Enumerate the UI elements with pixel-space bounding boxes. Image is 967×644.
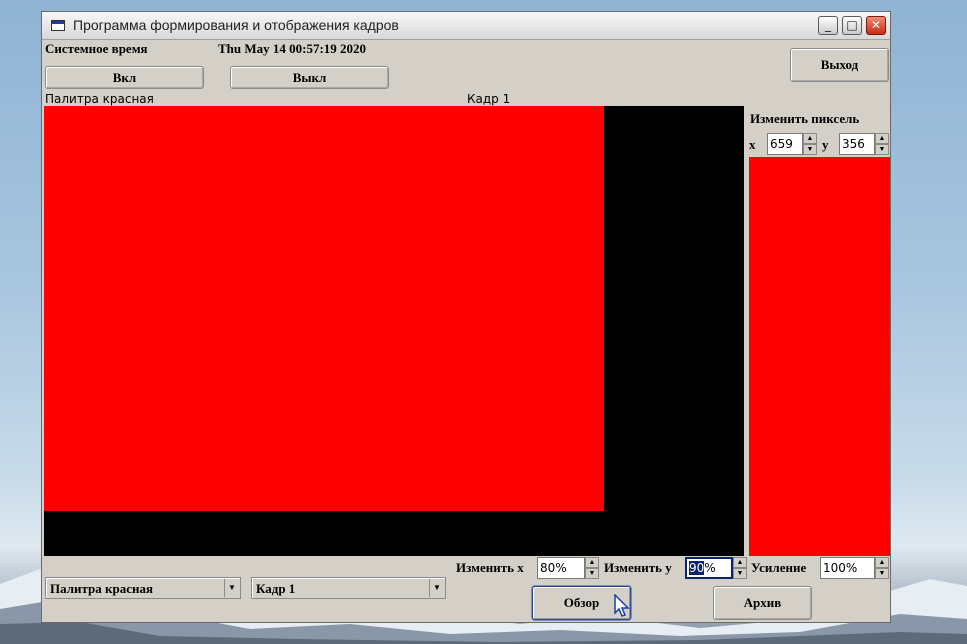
change-x-up-arrow-icon[interactable]: ▲ — [585, 557, 599, 568]
palette-select[interactable]: Палитра красная ▼ — [45, 577, 241, 599]
on-button[interactable]: Вкл — [45, 66, 204, 89]
pixel-y-down-arrow-icon[interactable]: ▼ — [875, 144, 889, 155]
pixel-y-label: y — [822, 137, 829, 152]
pixel-x-down-arrow-icon[interactable]: ▼ — [803, 144, 817, 155]
frame-select-value: Кадр 1 — [256, 581, 296, 596]
system-time-label: Системное время — [45, 41, 148, 56]
change-y-up-arrow-icon[interactable]: ▲ — [733, 557, 747, 568]
change-y-field[interactable]: 90% — [685, 557, 733, 579]
gain-spinbox[interactable]: 100% ▲ ▼ — [820, 557, 889, 579]
palette-dropdown-arrow-icon[interactable]: ▼ — [224, 579, 239, 597]
change-x-down-arrow-icon[interactable]: ▼ — [585, 568, 599, 579]
archive-button[interactable]: Архив — [713, 586, 812, 620]
window-title: Программа формирования и отображения кад… — [73, 17, 399, 33]
change-x-label: Изменить x — [456, 560, 524, 575]
pixel-x-spinbox[interactable]: 659 ▲ ▼ — [767, 133, 817, 155]
gain-down-arrow-icon[interactable]: ▼ — [875, 568, 889, 579]
palette-caption: Палитра красная — [45, 92, 154, 106]
pixel-y-spinbox[interactable]: 356 ▲ ▼ — [839, 133, 889, 155]
change-y-selected-text: 90 — [689, 561, 705, 575]
change-pixel-title: Изменить пиксель — [750, 111, 860, 126]
pixel-color-preview — [749, 157, 890, 556]
change-y-spinbox[interactable]: 90% ▲ ▼ — [685, 557, 747, 579]
gain-label: Усиление — [751, 560, 807, 575]
change-y-suffix: % — [704, 561, 716, 575]
minimize-button[interactable]: _ — [818, 16, 838, 35]
pixel-y-field[interactable]: 356 — [839, 133, 875, 155]
frame-caption: Кадр 1 — [467, 92, 511, 106]
palette-select-value: Палитра красная — [50, 581, 154, 596]
exit-button[interactable]: Выход — [790, 48, 889, 82]
gain-field[interactable]: 100% — [820, 557, 875, 579]
gain-up-arrow-icon[interactable]: ▲ — [875, 557, 889, 568]
frame-dropdown-arrow-icon[interactable]: ▼ — [429, 579, 444, 597]
off-button[interactable]: Выкл — [230, 66, 389, 89]
close-button[interactable]: ✕ — [866, 16, 886, 35]
change-x-field[interactable]: 80% — [537, 557, 585, 579]
mouse-pointer-icon — [614, 594, 630, 617]
frame-select[interactable]: Кадр 1 ▼ — [251, 577, 446, 599]
maximize-button[interactable]: □ — [842, 16, 862, 35]
change-y-down-arrow-icon[interactable]: ▼ — [733, 568, 747, 579]
pixel-y-up-arrow-icon[interactable]: ▲ — [875, 133, 889, 144]
title-bar[interactable]: Программа формирования и отображения кад… — [42, 12, 890, 40]
window-app-icon — [51, 20, 65, 31]
change-x-spinbox[interactable]: 80% ▲ ▼ — [537, 557, 599, 579]
pixel-x-label: x — [749, 137, 756, 152]
pixel-x-field[interactable]: 659 — [767, 133, 803, 155]
system-time-value: Thu May 14 00:57:19 2020 — [218, 41, 367, 56]
change-y-label: Изменить y — [604, 560, 672, 575]
pixel-x-up-arrow-icon[interactable]: ▲ — [803, 133, 817, 144]
main-window: Программа формирования и отображения кад… — [41, 11, 891, 623]
frame-red-area — [44, 106, 604, 511]
frame-display[interactable] — [44, 106, 744, 556]
